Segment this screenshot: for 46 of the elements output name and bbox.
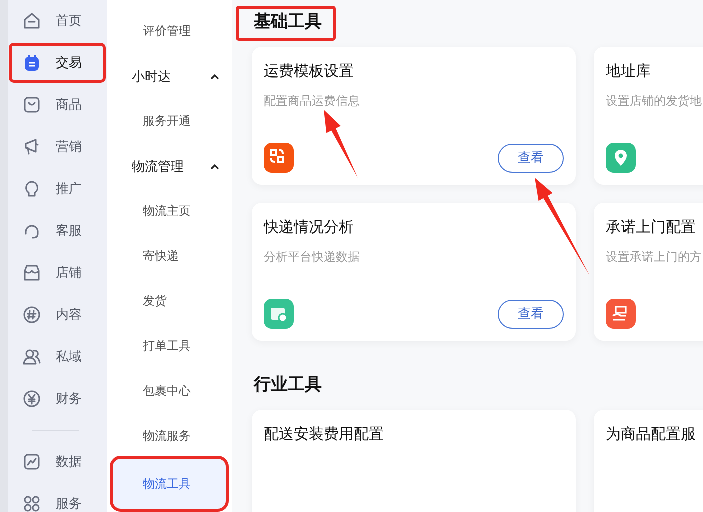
card-title: 运费模板设置 bbox=[264, 62, 355, 81]
users-icon bbox=[22, 347, 42, 367]
calendar-icon bbox=[22, 53, 42, 73]
card-title: 为商品配置服 bbox=[606, 425, 697, 444]
view-button[interactable]: 查看 bbox=[498, 300, 564, 328]
yuan-icon bbox=[22, 389, 42, 409]
card-title: 承诺上门配置 bbox=[606, 218, 697, 237]
chart-icon bbox=[22, 452, 42, 472]
card-description: 配置商品运费信息 bbox=[264, 93, 361, 110]
card-description: 设置承诺上门的方 bbox=[606, 249, 703, 266]
submenu-item[interactable]: 寄快递 bbox=[113, 234, 226, 279]
nav-item[interactable]: 财务 bbox=[8, 378, 107, 420]
nav-item[interactable]: 推广 bbox=[8, 168, 107, 210]
nav-item[interactable]: 内容 bbox=[8, 294, 107, 336]
submenu-item[interactable]: 服务开通 bbox=[113, 99, 226, 144]
submenu-group[interactable]: 物流管理 bbox=[107, 144, 232, 189]
submenu-item[interactable]: 物流工具 bbox=[113, 459, 226, 509]
nav-item[interactable]: 客服 bbox=[8, 210, 107, 252]
card-description: 设置店铺的发货地 bbox=[606, 93, 703, 110]
nav-item[interactable]: 商品 bbox=[8, 84, 107, 126]
nav-item[interactable]: 数据 bbox=[8, 441, 107, 483]
section-heading: 行业工具 bbox=[252, 374, 323, 397]
submenu-item[interactable]: 物流主页 bbox=[113, 189, 226, 234]
nav-item[interactable]: 交易 bbox=[8, 42, 107, 84]
submenu-item[interactable]: 包裹中心 bbox=[113, 369, 226, 414]
card-title: 配送安装费用配置 bbox=[264, 425, 385, 444]
bag-icon bbox=[22, 95, 42, 115]
grid-icon bbox=[22, 494, 42, 512]
hashtag-icon bbox=[22, 305, 42, 325]
card-description: 分析平台快递数据 bbox=[264, 249, 361, 266]
submenu-item[interactable]: 发货 bbox=[113, 279, 226, 324]
submenu-group[interactable]: 小时达 bbox=[107, 54, 232, 99]
nav-item[interactable]: 首页 bbox=[8, 0, 107, 42]
nav-item[interactable]: 私域 bbox=[8, 336, 107, 378]
view-button[interactable]: 查看 bbox=[498, 144, 564, 172]
store-icon bbox=[22, 263, 42, 283]
nav-item[interactable]: 店铺 bbox=[8, 252, 107, 294]
nav-item[interactable]: 服务 bbox=[8, 483, 107, 512]
submenu-item[interactable]: 评价管理 bbox=[113, 9, 226, 54]
submenu-item[interactable]: 打单工具 bbox=[113, 324, 226, 369]
card-title: 快递情况分析 bbox=[264, 218, 355, 237]
section-heading: 基础工具 bbox=[236, 6, 336, 41]
submenu-item[interactable]: 物流服务 bbox=[113, 414, 226, 459]
card-title: 地址库 bbox=[606, 62, 652, 81]
home-icon bbox=[22, 11, 42, 31]
nav-item[interactable]: 营销 bbox=[8, 126, 107, 168]
